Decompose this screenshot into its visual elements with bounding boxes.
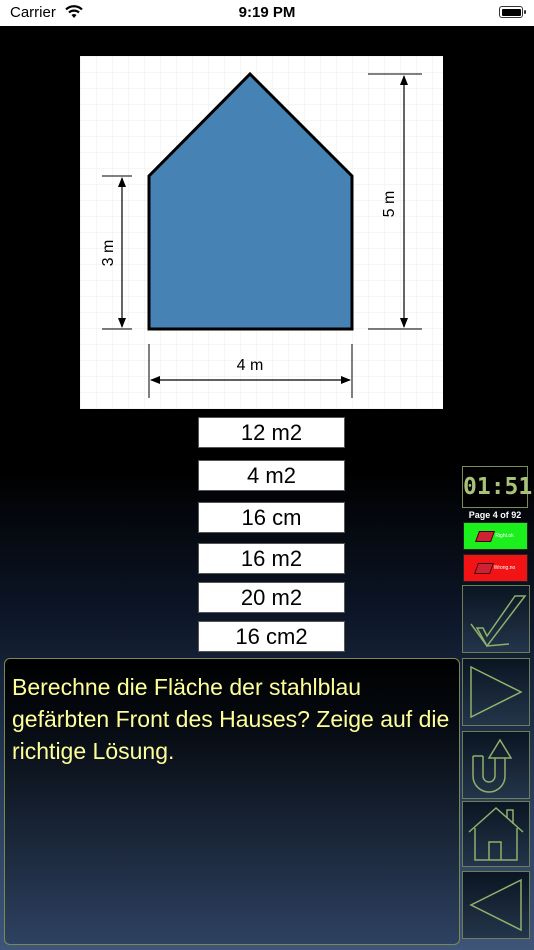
page-indicator: Page 4 of 92: [468, 510, 522, 520]
home-icon: [468, 806, 524, 861]
checkmark-icon: [470, 595, 527, 648]
next-button[interactable]: [462, 658, 530, 726]
book-icon: [475, 530, 496, 542]
home-button[interactable]: [462, 801, 530, 867]
dimension-label-right: 5 m: [381, 191, 398, 218]
answer-option-1[interactable]: 12 m2: [198, 417, 345, 448]
clock: 9:19 PM: [238, 4, 296, 21]
correct-count-label: Right.ok: [495, 533, 514, 539]
back-icon: [469, 878, 522, 932]
dimension-label-left: 3 m: [100, 240, 117, 267]
dimension-label-bottom: 4 m: [237, 357, 264, 374]
answer-option-6[interactable]: 16 cm2: [198, 621, 345, 652]
correct-count-button[interactable]: Right.ok: [463, 522, 528, 550]
status-bar: Carrier 9:19 PM: [0, 0, 534, 26]
wrong-count-label: Wrong.no: [493, 565, 516, 571]
play-icon: [470, 665, 523, 719]
undo-icon: [472, 738, 513, 793]
timer: 01:51: [462, 466, 532, 508]
wrong-count-button[interactable]: Wrong.no: [463, 554, 528, 582]
question-text: Berechne die Fläche der stahlblau gefärb…: [12, 674, 450, 764]
back-button[interactable]: [462, 871, 530, 939]
book-icon: [473, 562, 494, 574]
house-figure: 5 m 3 m 4 m: [80, 56, 443, 409]
undo-button[interactable]: [462, 731, 530, 799]
question-panel: Berechne die Fläche der stahlblau gefärb…: [4, 658, 460, 945]
answer-option-4[interactable]: 16 m2: [198, 543, 345, 574]
answer-option-5[interactable]: 20 m2: [198, 582, 345, 613]
check-button[interactable]: [462, 585, 530, 653]
battery-icon: [499, 6, 526, 18]
answer-option-3[interactable]: 16 cm: [198, 502, 345, 533]
answer-option-2[interactable]: 4 m2: [198, 460, 345, 491]
